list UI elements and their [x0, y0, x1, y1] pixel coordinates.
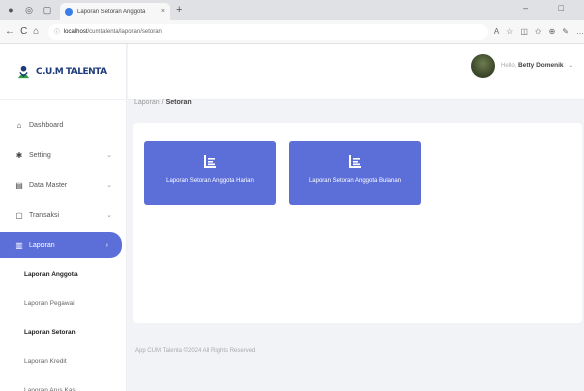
url-field[interactable]: ⓘ localhost /cumtalenta/laporan/setoran [47, 23, 488, 40]
sidebar: C.U.M TALENTA ⌂ Dashboard ✱ Setting ⌄ ▤ … [0, 44, 127, 391]
sidebar-item-laporan[interactable]: ▥ Laporan › [0, 232, 122, 258]
read-aloud-icon[interactable]: A [494, 27, 499, 36]
tab-close-icon[interactable]: × [161, 8, 165, 15]
report-icon: ▥ [15, 240, 23, 250]
split-screen-icon[interactable]: ◫ [520, 27, 528, 36]
favorites-icon[interactable]: ✩ [535, 27, 542, 36]
submenu-item-laporan-pegawai[interactable]: Laporan Pegawai [0, 289, 126, 318]
sidebar-item-label: Setting [29, 151, 51, 159]
submenu-item-laporan-kredit[interactable]: Laporan Kredit [0, 347, 126, 376]
info-icon: ⓘ [53, 30, 60, 36]
chevron-right-icon: › [105, 241, 108, 249]
chevron-down-icon: ⌄ [106, 182, 112, 189]
user-name: Betty Domenik [518, 62, 564, 69]
tab-actions-icon[interactable]: ▢ [40, 3, 54, 17]
report-icon [204, 155, 216, 168]
chevron-down-icon: ⌄ [568, 63, 574, 69]
submenu-item-laporan-anggota[interactable]: Laporan Anggota [0, 260, 126, 289]
browser-address-bar: ← C ⌂ ⓘ localhost /cumtalenta/laporan/se… [0, 20, 584, 44]
sidebar-item-dashboard[interactable]: ⌂ Dashboard [0, 110, 126, 140]
breadcrumb-current: Setoran [165, 99, 192, 106]
workspace-icon[interactable]: ◎ [22, 3, 36, 17]
brand[interactable]: C.U.M TALENTA [0, 44, 126, 100]
topbar: Hello, Betty Domenik ⌄ [128, 44, 584, 100]
browser-tab[interactable]: Laporan Setoran Anggota × [60, 3, 170, 20]
sidebar-item-label: Laporan [29, 241, 55, 249]
avatar[interactable] [471, 54, 495, 78]
breadcrumb-parent[interactable]: Laporan [134, 99, 160, 106]
submenu-item-laporan-arus-kas[interactable]: Laporan Arus Kas [0, 376, 126, 391]
chevron-down-icon: ⌄ [106, 212, 112, 219]
tile-laporan-harian[interactable]: Laporan Setoran Anggota Harian [144, 141, 276, 205]
chevron-down-icon: ⌄ [106, 152, 112, 159]
logo-icon [17, 65, 30, 79]
tile-laporan-bulanan[interactable]: Laporan Setoran Anggota Bulanan [289, 141, 421, 205]
document-icon: ▢ [15, 210, 23, 220]
report-card: Laporan Setoran Anggota Harian Laporan S… [133, 123, 582, 323]
sidebar-item-label: Data Master [29, 181, 68, 189]
profile-icon[interactable]: ● [4, 3, 18, 17]
sidebar-item-transaksi[interactable]: ▢ Transaksi ⌄ [0, 200, 126, 230]
sidebar-item-setting[interactable]: ✱ Setting ⌄ [0, 140, 126, 170]
sidebar-item-label: Dashboard [29, 121, 64, 129]
breadcrumb: Laporan / Setoran [134, 99, 192, 106]
extensions-icon[interactable]: ✎ [562, 27, 569, 36]
tile-label: Laporan Setoran Anggota Bulanan [308, 178, 402, 184]
new-tab-button[interactable]: + [176, 4, 182, 16]
url-host: localhost [63, 28, 88, 35]
url-path: /cumtalenta/laporan/setoran [87, 28, 162, 35]
home-icon: ⌂ [16, 120, 22, 130]
sidebar-menu: ⌂ Dashboard ✱ Setting ⌄ ▤ Data Master ⌄ … [0, 100, 126, 258]
browser-toolbar-icons: A ☆ ◫ ✩ ⊕ ✎ … [494, 27, 584, 36]
back-icon[interactable]: ← [5, 26, 15, 37]
tab-title: Laporan Setoran Anggota [77, 8, 146, 15]
laporan-submenu: Laporan Anggota Laporan Pegawai Laporan … [0, 260, 126, 391]
sidebar-item-label: Transaksi [29, 211, 60, 219]
home-icon[interactable]: ⌂ [32, 26, 39, 37]
window-controls[interactable]: – □ [523, 3, 578, 13]
reload-icon[interactable]: C [20, 26, 27, 37]
favicon-icon [65, 7, 73, 16]
gear-icon: ✱ [15, 150, 23, 160]
database-icon: ▤ [15, 180, 23, 190]
favorite-star-icon[interactable]: ☆ [506, 27, 513, 36]
report-icon [349, 155, 361, 168]
submenu-item-laporan-setoran[interactable]: Laporan Setoran [0, 318, 126, 347]
footer: App CUM Talenta ©2024 All Rights Reserve… [135, 348, 256, 354]
brand-name: C.U.M TALENTA [36, 66, 107, 77]
sidebar-item-data-master[interactable]: ▤ Data Master ⌄ [0, 170, 126, 200]
more-icon[interactable]: … [576, 27, 584, 36]
collections-icon[interactable]: ⊕ [549, 27, 556, 36]
browser-tab-bar: ● ◎ ▢ Laporan Setoran Anggota × + – □ [0, 0, 584, 20]
breadcrumb-separator: / [161, 99, 164, 106]
greeting: Hello, [501, 63, 517, 69]
tile-label: Laporan Setoran Anggota Harian [166, 178, 254, 184]
user-menu[interactable]: Hello, Betty Domenik ⌄ [501, 62, 573, 69]
